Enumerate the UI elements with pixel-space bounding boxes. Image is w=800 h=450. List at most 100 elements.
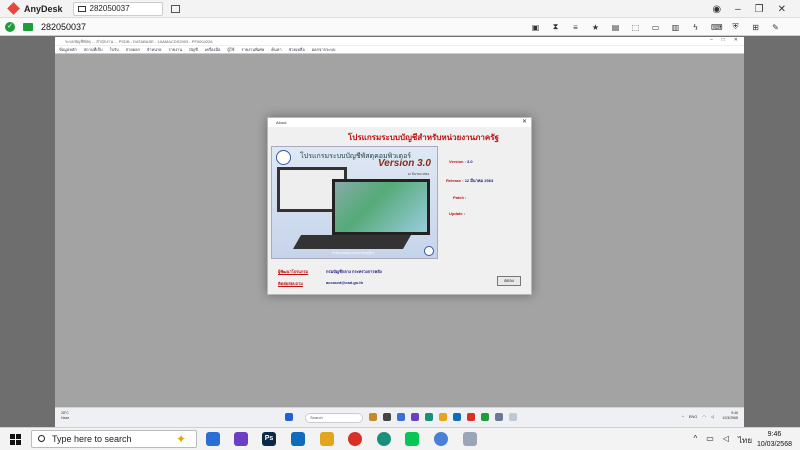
contact-value: account@cad.go.th [326,280,364,285]
keyboard-illustration [292,235,412,249]
remote-close-icon[interactable]: ✕ [734,37,738,43]
remote-taskbar: 28°C Haze Search ^ ENG ◠ ◁ 9:46 10/3/256… [55,407,744,427]
left-margin [0,37,55,427]
remote-app-icon[interactable] [453,413,461,421]
version-value: 3.0 [467,159,473,164]
grid-icon[interactable]: ⊞ [751,23,760,32]
menu-item[interactable]: ใบรับ [110,46,119,53]
taskbar-clock[interactable]: 9:46 10/03/2568 [757,430,792,450]
menu-item[interactable]: บัญชี [189,46,198,53]
splash-version: Version 3.0 [378,158,431,169]
display-icon[interactable]: ▭ [651,23,660,32]
remote-clock[interactable]: 9:46 10/3/2568 [722,411,738,421]
remote-date: 10/3/2568 [722,416,738,420]
patch-label: Patch : [453,195,467,200]
file-icon[interactable] [463,432,477,446]
menu-item[interactable]: จ่ายออก [126,46,140,53]
start-button[interactable] [10,434,21,445]
remote-wifi-icon[interactable]: ◠ [702,414,706,419]
file-transfer-icon[interactable]: ▤ [611,23,620,32]
remote-chrome-icon[interactable] [467,413,475,421]
dialog-close-icon[interactable]: ✕ [522,118,527,125]
remote-search-box[interactable]: Search [305,413,363,423]
remote-menubar: ข้อมูลหลัก สถานที่เก็บ ใบรับ จ่ายออก จำห… [55,46,744,54]
system-tray: ^ ▭ ◁ ไทย [694,434,752,447]
remote-edge-icon[interactable] [425,413,433,421]
remote-start-icon[interactable] [285,413,293,421]
outlook-icon[interactable] [291,432,305,446]
language-indicator[interactable]: ไทย [738,434,752,447]
splash-image: โปรแกรมระบบบัญชีพัสดุคอมพิวเตอร์ Version… [271,146,438,259]
remote-window-title-text: ระบบบัญชีพัสดุ ... สำนักงาน ... PSDB - D… [65,38,213,44]
remote-minimize-icon[interactable]: – [710,37,713,43]
menu-item[interactable]: เครื่องมือ [205,46,221,53]
shield-icon[interactable]: ⛨ [731,22,740,32]
windows-taskbar: Type here to search ✦ Ps ^ ▭ ◁ ไทย 9:46 … [0,427,800,450]
menu-item[interactable]: รายงาน [168,46,182,53]
battery-icon[interactable]: ▭ [706,434,714,447]
menu-item[interactable]: สถานที่เก็บ [84,46,103,53]
contact-link[interactable]: ติดต่อสอบถาม [278,280,303,287]
remote-app-icon[interactable] [397,413,405,421]
session-tab[interactable]: 282050037 [72,1,163,16]
release-label: Release : [446,178,464,183]
remote-desktop[interactable]: ระบบบัญชีพัสดุ ... สำนักงาน ... PSDB - D… [55,37,744,427]
edge-icon[interactable] [377,432,391,446]
minimize-icon[interactable]: – [735,4,741,15]
about-dialog-title: About [276,120,287,125]
taskbar-search[interactable]: Type here to search ✦ [31,430,197,448]
release-value: 12 มีนาคม 2563 [464,178,494,183]
developer-value: กรมบัญชีกลาง กระทรวงการคลัง [326,269,382,274]
menu-item[interactable]: ค้นหา [271,46,281,53]
remote-app-icon[interactable] [411,413,419,421]
remote-maximize-icon[interactable]: □ [722,37,725,43]
update-label: Update : [449,211,465,216]
maximize-icon[interactable]: ❐ [755,4,764,15]
line-icon[interactable] [405,432,419,446]
remote-app-icon[interactable] [509,413,517,421]
star-icon[interactable]: ★ [591,23,600,32]
folder-icon[interactable] [320,432,334,446]
database-icon[interactable]: ≡ [571,23,580,32]
remote-lang[interactable]: ENG [689,414,698,419]
remote-app-icon[interactable] [495,413,503,421]
photoshop-icon[interactable]: Ps [262,432,276,446]
remote-taskview-icon[interactable] [383,413,391,421]
search-icon [38,435,45,442]
remote-widget-icon[interactable] [369,413,377,421]
remote-folder-icon[interactable] [439,413,447,421]
menu-item[interactable]: ช่วยเหลือ [289,46,305,53]
menu-item[interactable]: ออกจากระบบ [312,46,336,53]
keyboard-icon[interactable]: ⌨ [711,23,723,32]
remote-weather[interactable]: 28°C Haze [61,411,69,421]
remote-volume-icon[interactable]: ◁ [711,414,714,419]
release-row: Release : 12 มีนาคม 2563 [446,177,493,184]
menu-item[interactable]: รายงานพิเศษ [241,46,264,53]
menu-item[interactable]: ผู้ใช้ [227,46,234,53]
menu-item[interactable]: ข้อมูลหลัก [59,46,77,53]
about-dialog: About ✕ โปรแกรมระบบบัญชีสำหรับหน่วยงานภา… [267,117,532,295]
app-icon[interactable] [434,432,448,446]
ok-button[interactable]: ตกลง [497,276,521,286]
lightning-icon[interactable]: ϟ [691,23,700,32]
session-tab-label: 282050037 [89,4,130,13]
teams-icon[interactable] [234,432,248,446]
remote-app-icon[interactable] [481,413,489,421]
actions-icon[interactable]: ⬚ [631,23,640,32]
anydesk-address-bar: ✓ 282050037 ▣ ⧗ ≡ ★ ▤ ⬚ ▭ ▥ ϟ ⌨ ⛨ ⊞ ✎ [0,18,800,36]
pen-icon[interactable]: ✎ [771,23,780,32]
chevron-up-icon[interactable]: ^ [694,434,698,447]
remote-chevron-up-icon[interactable]: ^ [682,414,684,419]
globe-icon[interactable]: ◉ [712,4,721,15]
chat-icon[interactable]: ▣ [531,23,540,32]
chrome-icon[interactable] [348,432,362,446]
hourglass-icon[interactable]: ⧗ [551,22,560,32]
menu-item[interactable]: จำหน่าย [147,46,162,53]
volume-icon[interactable]: ◁ [723,434,729,447]
new-tab-icon[interactable] [170,4,180,13]
remote-weather-text: Haze [61,416,70,420]
clipboard-icon[interactable]: ▥ [671,23,680,32]
close-icon[interactable]: ✕ [778,4,786,15]
developer-link[interactable]: ผู้พัฒนาโปรแกรม [278,268,308,275]
explorer-icon[interactable] [206,432,220,446]
